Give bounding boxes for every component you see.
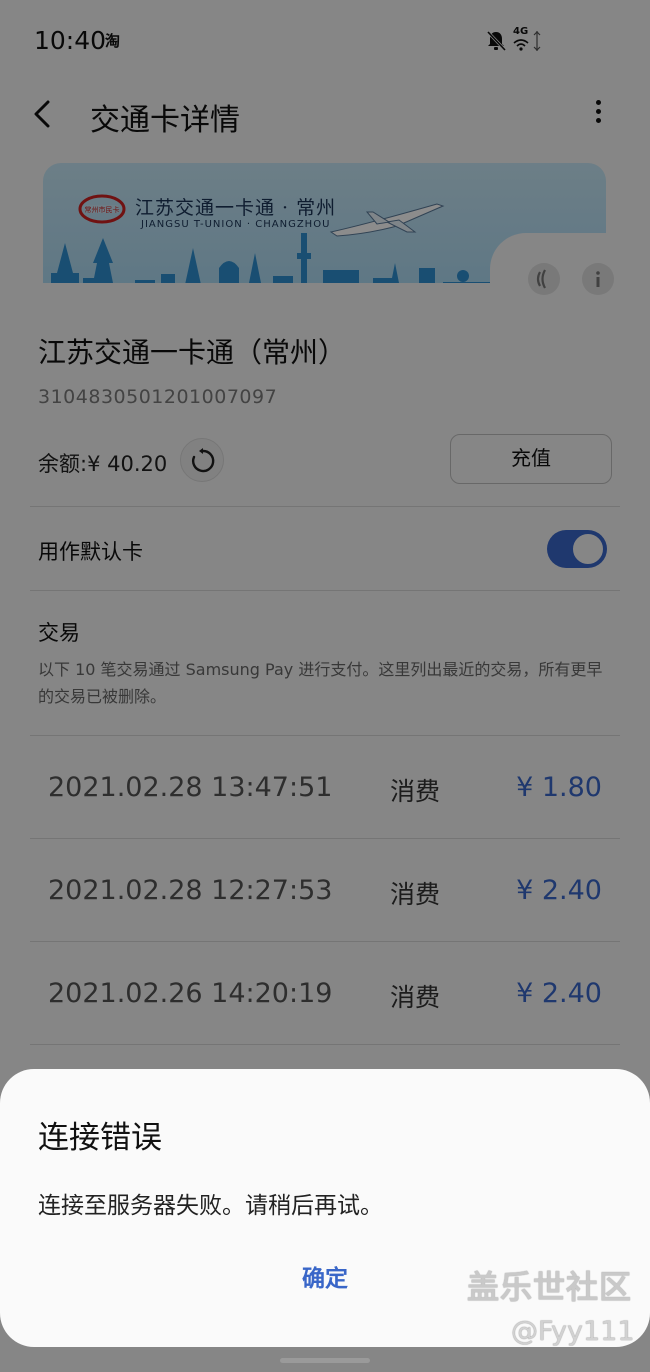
dialog-message: 连接至服务器失败。请稍后再试。	[38, 1193, 383, 1219]
username-watermark: @Fyy111	[511, 1316, 635, 1347]
confirm-button[interactable]: 确定	[270, 1259, 380, 1299]
dialog-title: 连接错误	[38, 1120, 162, 1156]
screen: 10:40 淘 4G 交通卡详情 常州市民卡 江苏交通一卡通 · 常州 JIAN…	[0, 0, 650, 1372]
galaxy-community-watermark: 盖乐世社区	[467, 1268, 633, 1306]
home-indicator[interactable]	[280, 1358, 370, 1363]
